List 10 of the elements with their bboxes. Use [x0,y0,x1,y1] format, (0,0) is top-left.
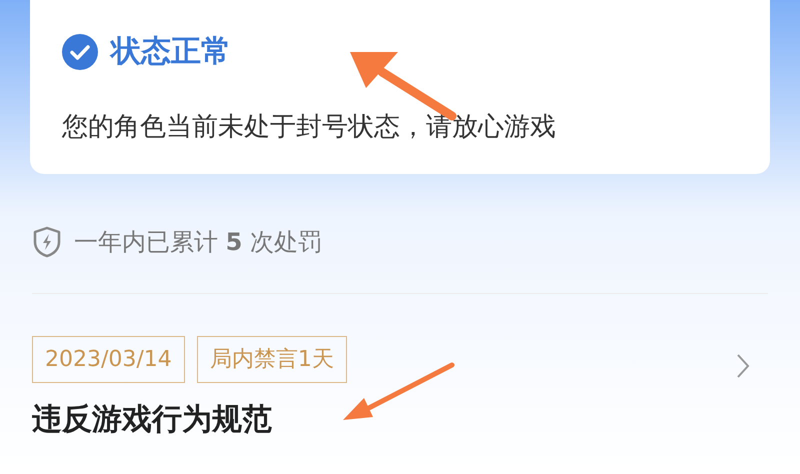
check-icon [62,34,98,70]
penalty-summary: 一年内已累计 5 次处罚 [74,230,322,254]
record-title: 违反游戏行为规范 [32,405,273,435]
status-title: 状态正常 [111,37,231,67]
shield-icon [32,226,62,258]
penalty-record[interactable]: 2023/03/14 局内禁言1天 违反游戏行为规范 [32,336,768,435]
chevron-right-icon [736,352,750,378]
record-tag: 局内禁言1天 [196,336,347,383]
status-message: 您的角色当前未处于封号状态，请放心游戏 [62,114,557,140]
record-tag: 2023/03/14 [32,336,185,383]
